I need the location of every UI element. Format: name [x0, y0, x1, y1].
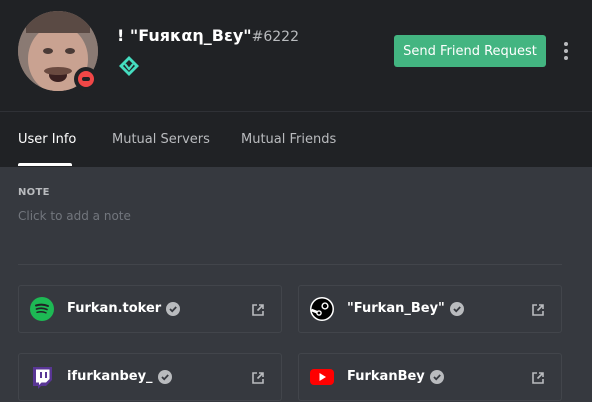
- tab-user-info[interactable]: User Info: [18, 132, 76, 147]
- account-name-text: FurkanBey: [347, 369, 425, 384]
- tabs-divider: [0, 111, 592, 112]
- connected-account-twitch: ifurkanbey_: [18, 353, 282, 401]
- external-link-icon[interactable]: [531, 370, 545, 384]
- account-name-text: Furkan.toker: [67, 301, 162, 316]
- account-name: ifurkanbey_: [67, 369, 172, 384]
- username: ! "Fuяκαη_Bεy": [117, 26, 252, 45]
- twitch-icon: [30, 365, 54, 389]
- note-input[interactable]: Click to add a note: [18, 209, 131, 223]
- active-tab-indicator: [18, 163, 72, 166]
- discriminator: #6222: [251, 29, 299, 45]
- status-dnd-icon: [74, 67, 98, 91]
- verified-check-icon: [157, 369, 172, 384]
- connected-account-steam: "Furkan_Bey": [298, 285, 562, 333]
- account-name: "Furkan_Bey": [347, 301, 464, 316]
- youtube-icon: [310, 365, 334, 389]
- account-name: Furkan.toker: [67, 301, 181, 316]
- external-link-icon[interactable]: [531, 302, 545, 316]
- user-tag: ! "Fuяκαη_Bεy"#6222: [117, 26, 299, 45]
- avatar[interactable]: [18, 11, 98, 91]
- external-link-icon[interactable]: [251, 370, 265, 384]
- account-name: FurkanBey: [347, 369, 444, 384]
- profile-header: ! "Fuяκαη_Bεy"#6222 Send Friend Request …: [0, 0, 592, 167]
- account-name-text: ifurkanbey_: [67, 369, 153, 384]
- verified-check-icon: [449, 301, 464, 316]
- tab-mutual-servers[interactable]: Mutual Servers: [112, 132, 210, 147]
- tab-mutual-friends[interactable]: Mutual Friends: [241, 132, 336, 147]
- steam-icon: [310, 297, 334, 321]
- spotify-icon: [30, 297, 54, 321]
- account-name-text: "Furkan_Bey": [347, 301, 445, 316]
- external-link-icon[interactable]: [251, 302, 265, 316]
- send-friend-request-button[interactable]: Send Friend Request: [394, 35, 546, 67]
- verified-check-icon: [166, 301, 181, 316]
- connected-account-spotify: Furkan.toker: [18, 285, 282, 333]
- hypesquad-balance-icon[interactable]: [117, 54, 141, 78]
- more-vertical-icon[interactable]: [560, 40, 572, 62]
- verified-check-icon: [429, 369, 444, 384]
- section-divider: [18, 264, 562, 265]
- connected-account-youtube: FurkanBey: [298, 353, 562, 401]
- note-label: NOTE: [18, 187, 50, 198]
